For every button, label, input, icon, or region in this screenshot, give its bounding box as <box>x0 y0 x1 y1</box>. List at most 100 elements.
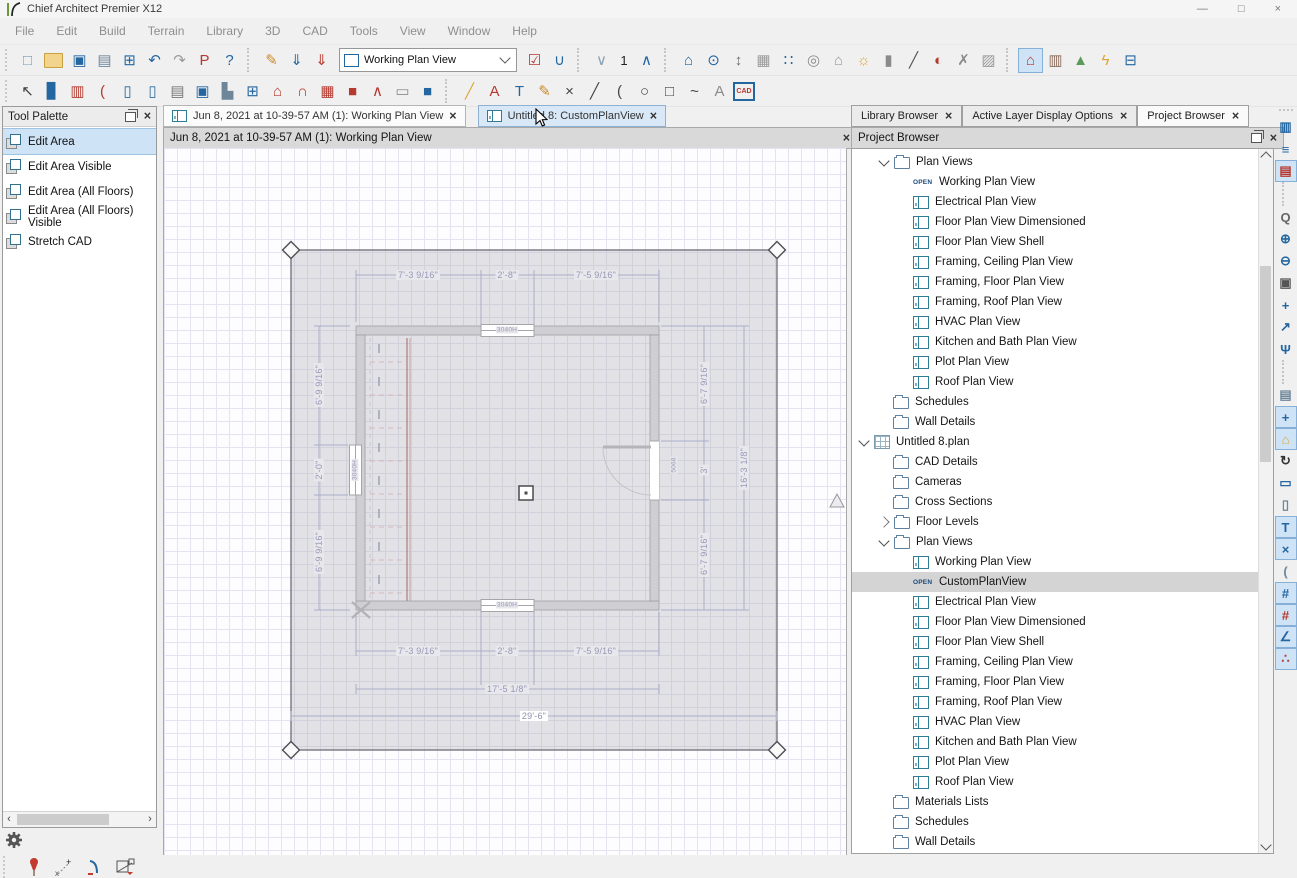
palette-item-edit-area-all-floors[interactable]: Edit Area (All Floors) <box>3 179 156 204</box>
tree-item-electrical-plan-view[interactable]: Electrical Plan View <box>852 592 1259 612</box>
panel-tab-project-browser[interactable]: Project Browser× <box>1137 105 1249 127</box>
project-layout-panels-icon[interactable]: ⊟ <box>1119 49 1142 72</box>
plan-view-dropdown[interactable]: Working Plan View <box>339 48 517 72</box>
cad-detail-icon[interactable]: CAD <box>733 82 755 101</box>
text-styles-icon[interactable]: T <box>1276 517 1296 537</box>
plan-check-icon[interactable]: ▯ <box>1276 495 1296 515</box>
float-panel-icon[interactable] <box>1251 133 1262 143</box>
hatching-icon[interactable]: ▨ <box>977 49 1000 72</box>
fixture-tool-icon[interactable]: ▣ <box>191 80 214 103</box>
tree-item-cross-sections[interactable]: Cross Sections <box>852 492 1259 512</box>
save-icon[interactable]: ▣ <box>68 49 91 72</box>
point-marker-icon[interactable]: +x <box>55 858 73 876</box>
floor-down-icon[interactable]: ∨ <box>590 49 613 72</box>
scroll-left-icon[interactable]: ‹ <box>3 813 15 826</box>
perspective-overview-icon[interactable]: ⌂ <box>827 49 850 72</box>
close-document-icon[interactable]: × <box>843 132 850 145</box>
menu-help[interactable]: Help <box>501 24 548 38</box>
chevron-down-icon[interactable] <box>878 155 889 166</box>
3d-primitive-box-icon[interactable]: ■ <box>416 80 439 103</box>
tree-vscrollbar[interactable] <box>1258 149 1273 853</box>
help-icon[interactable]: ? <box>218 49 241 72</box>
tree-item-untitled-8-plan[interactable]: Untitled 8.plan <box>852 432 1259 452</box>
tree-item-roof-plan-view[interactable]: Roof Plan View <box>852 372 1259 392</box>
tree-item-plot-plan-view[interactable]: Plot Plan View <box>852 752 1259 772</box>
tree-item-framing-floor-plan-view[interactable]: Framing, Floor Plan View <box>852 672 1259 692</box>
framing-tools-icon[interactable]: ▦ <box>316 80 339 103</box>
mouse-orbit-camera-icon[interactable]: ↕ <box>727 49 750 72</box>
chevron-right-icon[interactable] <box>878 516 889 527</box>
tool-palette-hscrollbar[interactable]: ‹ › <box>3 811 156 827</box>
roof-planes-icon[interactable]: ∧ <box>366 80 389 103</box>
tree-item-plan-views[interactable]: Plan Views <box>852 152 1259 172</box>
pin-icon[interactable] <box>26 857 42 877</box>
grid-snaps-icon[interactable]: # <box>1276 583 1296 603</box>
panel-tab-library-browser[interactable]: Library Browser× <box>851 105 962 127</box>
menu-library[interactable]: Library <box>195 24 254 38</box>
library-browser-icon[interactable]: ▥ <box>1276 117 1296 137</box>
save-plan-view-icon[interactable]: ⇓ <box>285 49 308 72</box>
tree-item-framing-roof-plan-view[interactable]: Framing, Roof Plan View <box>852 292 1259 312</box>
slab-tools-icon[interactable]: ▭ <box>391 80 414 103</box>
tree-item-hvac-plan-view[interactable]: HVAC Plan View <box>852 312 1259 332</box>
color-toggle-house-icon[interactable]: ⌂ <box>1276 429 1296 449</box>
mulled-window-icon[interactable]: ⊞ <box>241 80 264 103</box>
door-tool-icon[interactable]: ▯ <box>141 80 164 103</box>
menu-build[interactable]: Build <box>88 24 137 38</box>
cabinet-tool-icon[interactable]: ▤ <box>166 80 189 103</box>
edit-saved-plan-view-icon[interactable]: ✎ <box>260 49 283 72</box>
tree-item-roof-plan-view[interactable]: Roof Plan View <box>852 772 1259 792</box>
float-panel-icon[interactable] <box>125 112 136 122</box>
curved-wall-icon[interactable]: ( <box>91 80 114 103</box>
save-plan-view-as-icon[interactable]: ⇓ <box>310 49 333 72</box>
material-eyedropper-icon[interactable]: ╱ <box>902 49 925 72</box>
tree-item-plan-views[interactable]: Plan Views <box>852 532 1259 552</box>
cad-arc-icon[interactable]: ( <box>608 80 631 103</box>
import-picture-icon[interactable]: ▲ <box>1069 49 1092 72</box>
bumping-pushing-icon[interactable]: # <box>1276 605 1296 625</box>
full-overview-icon[interactable]: ⌂ <box>677 49 700 72</box>
tree-item-plot-plan-view[interactable]: Plot Plan View <box>852 352 1259 372</box>
palette-item-edit-area-all-floors-visible[interactable]: Edit Area (All Floors) Visible <box>3 204 156 229</box>
doorway-icon[interactable]: ∩ <box>291 80 314 103</box>
vscroll-thumb[interactable] <box>1260 266 1271 462</box>
wall-tools-icon[interactable]: ▊ <box>41 80 64 103</box>
dimension-tools-icon[interactable]: ╱ <box>458 80 481 103</box>
tree-item-wall-details[interactable]: Wall Details <box>852 832 1259 852</box>
camera-lens-icon[interactable]: ◎ <box>802 49 825 72</box>
polygon-edit-icon[interactable] <box>115 858 136 875</box>
deck-railing-icon[interactable]: ▥ <box>66 80 89 103</box>
chevron-down-icon[interactable] <box>858 435 869 446</box>
walkthrough-icon[interactable]: ∷ <box>777 49 800 72</box>
full-camera-icon[interactable]: ⊙ <box>702 49 725 72</box>
palette-item-edit-area[interactable]: Edit Area <box>3 129 156 154</box>
pan-hand-icon[interactable]: Ψ <box>1276 339 1296 359</box>
undo-icon[interactable]: ↶ <box>143 49 166 72</box>
tree-item-floor-plan-view-dimensioned[interactable]: Floor Plan View Dimensioned <box>852 612 1259 632</box>
cad-point-icon[interactable]: × <box>558 80 581 103</box>
adjust-lights-icon[interactable]: ☼ <box>852 49 875 72</box>
menu-cad[interactable]: CAD <box>291 24 338 38</box>
refresh-display-icon[interactable]: ↻ <box>1276 451 1296 471</box>
close-tab-icon[interactable]: × <box>1120 110 1127 123</box>
close-tab-icon[interactable]: × <box>945 110 952 123</box>
palette-item-edit-area-visible[interactable]: Edit Area Visible <box>3 154 156 179</box>
plan-canvas[interactable]: 7'-3 9/16" 2'-8" 7'-5 9/16" 7'-3 9/16" 2… <box>163 148 847 855</box>
print-preview-icon[interactable]: ⊞ <box>118 49 141 72</box>
tree-item-working-plan-view[interactable]: OPENWorking Plan View <box>852 172 1259 192</box>
menu-view[interactable]: View <box>389 24 437 38</box>
close-button[interactable]: × <box>1275 0 1281 18</box>
spray-material-icon[interactable]: ▮ <box>877 49 900 72</box>
door-marker-icon[interactable] <box>86 858 102 876</box>
arc-creation-modes-icon[interactable]: ( <box>1276 561 1296 581</box>
hscroll-thumb[interactable] <box>17 814 109 825</box>
object-snaps-icon[interactable]: ∴ <box>1276 649 1296 669</box>
menu-window[interactable]: Window <box>437 24 502 38</box>
tree-item-floor-levels[interactable]: Floor Levels <box>852 512 1259 532</box>
tree-item-floor-plan-view-dimensioned[interactable]: Floor Plan View Dimensioned <box>852 212 1259 232</box>
fill-window-building-only-icon[interactable]: ↗ <box>1276 317 1296 337</box>
cad-spline-icon[interactable]: ~ <box>683 80 706 103</box>
menu-tools[interactable]: Tools <box>339 24 389 38</box>
maximize-button[interactable]: □ <box>1238 0 1245 18</box>
menu-terrain[interactable]: Terrain <box>137 24 196 38</box>
